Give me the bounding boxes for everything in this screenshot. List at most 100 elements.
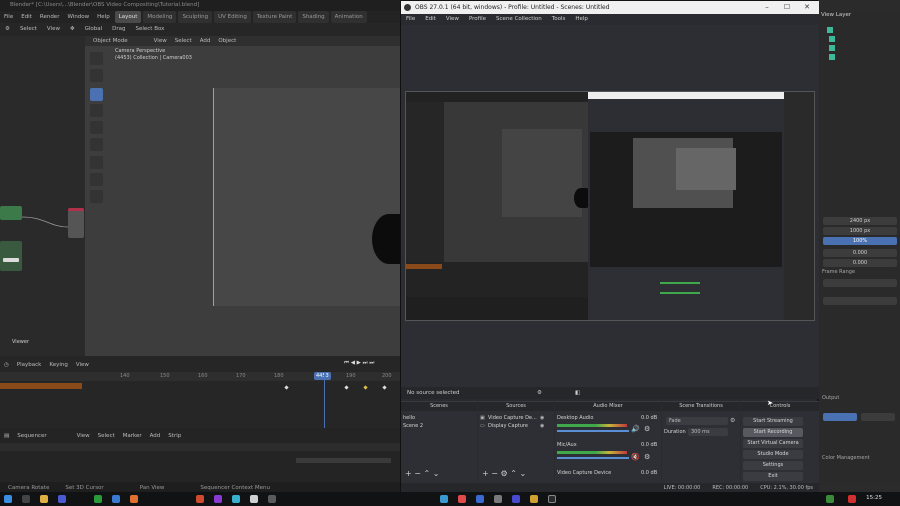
resolution-percent-field[interactable]: 100% bbox=[823, 237, 897, 245]
menu-render[interactable]: Render bbox=[36, 11, 64, 23]
start-recording-button[interactable]: Start Recording bbox=[743, 428, 803, 437]
obs-menu-edit[interactable]: Edit bbox=[420, 14, 441, 25]
sequencer-mode[interactable]: Sequencer bbox=[13, 433, 50, 439]
menu-file[interactable]: File bbox=[0, 11, 17, 23]
viewport-select[interactable]: Select bbox=[171, 36, 196, 46]
app-icon[interactable] bbox=[268, 495, 276, 503]
scene-item[interactable]: Scene 2 bbox=[403, 423, 423, 429]
gear-icon[interactable]: ⚙ bbox=[730, 417, 735, 424]
obs-preview-canvas[interactable] bbox=[405, 91, 815, 321]
timeline-keying[interactable]: Keying bbox=[45, 362, 71, 368]
sequencer-ruler[interactable] bbox=[0, 443, 400, 451]
app-icon[interactable] bbox=[476, 495, 484, 503]
sequencer-select[interactable]: Select bbox=[94, 433, 119, 439]
aspect-x-field[interactable]: 0.000 bbox=[823, 249, 897, 257]
frame-end-field[interactable] bbox=[823, 297, 897, 305]
keyframe[interactable] bbox=[344, 385, 349, 390]
current-frame-marker[interactable]: 4453 bbox=[314, 372, 331, 380]
app-icon[interactable] bbox=[112, 495, 120, 503]
sequencer[interactable]: ▤ Sequencer View Select Marker Add Strip bbox=[0, 428, 400, 482]
minimize-icon[interactable]: – bbox=[757, 1, 777, 14]
blender-taskbar-icon[interactable] bbox=[130, 495, 138, 503]
volume-slider[interactable] bbox=[557, 457, 629, 459]
obs-menu-file[interactable]: File bbox=[401, 14, 420, 25]
sequencer-marker[interactable]: Marker bbox=[119, 433, 146, 439]
viewport-object-mode[interactable]: Object Mode bbox=[89, 36, 132, 46]
file-explorer-icon[interactable] bbox=[40, 495, 48, 503]
node-editor[interactable]: Viewer bbox=[0, 36, 85, 356]
obs-menu-tools[interactable]: Tools bbox=[547, 14, 571, 25]
obs-menu-view[interactable]: View bbox=[441, 14, 464, 25]
tab-uv-editing[interactable]: UV Editing bbox=[214, 11, 251, 23]
search-icon[interactable] bbox=[22, 495, 30, 503]
chrome-icon[interactable] bbox=[94, 495, 102, 503]
frame-start-field[interactable] bbox=[823, 279, 897, 287]
taskbar-clock[interactable]: 15:25 bbox=[866, 495, 882, 501]
lasso-tool-icon[interactable] bbox=[90, 69, 103, 82]
cursor-tool-icon[interactable] bbox=[90, 52, 103, 65]
move-tool-icon[interactable] bbox=[90, 104, 103, 117]
app-icon[interactable] bbox=[440, 495, 448, 503]
filters-icon[interactable]: ◧ bbox=[569, 387, 580, 399]
studio-mode-button[interactable]: Studio Mode bbox=[743, 450, 803, 459]
app-icon[interactable] bbox=[214, 495, 222, 503]
toolbar-select-box[interactable]: Select Box bbox=[130, 23, 169, 36]
outliner-tree[interactable] bbox=[823, 23, 897, 93]
sequencer-strip[interactable]: Strip bbox=[164, 433, 185, 439]
resolution-y-field[interactable]: 1000 px bbox=[823, 227, 897, 235]
speaker-icon[interactable]: 🔊 bbox=[631, 425, 640, 433]
sequencer-view[interactable]: View bbox=[73, 433, 94, 439]
tray-icon[interactable] bbox=[848, 495, 856, 503]
toolbar-global[interactable]: Global bbox=[80, 23, 108, 36]
playhead[interactable] bbox=[324, 372, 325, 428]
windows-start-icon[interactable] bbox=[4, 495, 12, 503]
node-green-2[interactable] bbox=[0, 241, 22, 271]
duration-input[interactable]: 300 ms bbox=[688, 428, 728, 436]
select-tool-icon[interactable] bbox=[90, 88, 103, 101]
scale-tool-icon[interactable] bbox=[90, 138, 103, 151]
rotate-tool-icon[interactable] bbox=[90, 121, 103, 134]
app-icon[interactable] bbox=[530, 495, 538, 503]
clock-icon[interactable]: ◷ bbox=[0, 362, 13, 368]
3d-viewport[interactable]: Object Mode View Select Add Object Camer… bbox=[85, 36, 406, 356]
timeline-playback[interactable]: Playback bbox=[13, 362, 46, 368]
keyframe[interactable] bbox=[382, 385, 387, 390]
app-icon[interactable] bbox=[196, 495, 204, 503]
maximize-icon[interactable]: ☐ bbox=[777, 1, 797, 14]
app-icon[interactable] bbox=[458, 495, 466, 503]
obs-taskbar-icon[interactable] bbox=[548, 495, 556, 503]
toolbar-select[interactable]: Select bbox=[15, 23, 42, 36]
gear-icon[interactable]: ⚙ bbox=[0, 23, 15, 36]
eye-icon[interactable]: ◉ bbox=[540, 423, 544, 429]
output-toggle-a[interactable] bbox=[823, 413, 857, 421]
tab-sculpting[interactable]: Sculpting bbox=[178, 11, 213, 23]
sequencer-strip-bar[interactable] bbox=[296, 458, 391, 463]
properties-gear-icon[interactable]: ⚙ bbox=[531, 387, 542, 399]
app-icon[interactable] bbox=[512, 495, 520, 503]
volume-slider[interactable] bbox=[557, 430, 629, 432]
start-streaming-button[interactable]: Start Streaming bbox=[743, 417, 803, 426]
menu-help[interactable]: Help bbox=[93, 11, 114, 23]
keyframe[interactable] bbox=[363, 385, 368, 390]
source-item[interactable]: Video Capture De... bbox=[488, 415, 537, 421]
viewport-object[interactable]: Object bbox=[214, 36, 240, 46]
tab-shading[interactable]: Shading bbox=[298, 11, 329, 23]
source-item[interactable]: Display Capture bbox=[488, 423, 528, 429]
settings-button[interactable]: Settings bbox=[743, 461, 803, 470]
annotate-tool-icon[interactable] bbox=[90, 156, 103, 169]
measure-tool-icon[interactable] bbox=[90, 173, 103, 186]
tab-animation[interactable]: Animation bbox=[330, 11, 367, 23]
gear-icon[interactable]: ⚙ bbox=[644, 425, 650, 433]
scene-item[interactable]: hello bbox=[403, 415, 415, 421]
resolution-x-field[interactable]: 2400 px bbox=[823, 217, 897, 225]
obs-menu-scene-collection[interactable]: Scene Collection bbox=[491, 14, 547, 25]
exit-button[interactable]: Exit bbox=[743, 472, 803, 481]
source-toolbar[interactable]: + − ⚙ ⌃ ⌄ bbox=[482, 469, 526, 478]
obs-menu-help[interactable]: Help bbox=[570, 14, 593, 25]
properties-panel[interactable]: View Layer 2400 px 1000 px 100% 0.000 0.… bbox=[818, 11, 900, 482]
app-icon[interactable] bbox=[494, 495, 502, 503]
timeline[interactable]: ◷ Playback Keying View ⏮ ◀ ▶ ⏭ ⏭ 140 150… bbox=[0, 356, 400, 428]
scene-toolbar[interactable]: + − ⌃ ⌄ bbox=[405, 469, 439, 478]
sequencer-add[interactable]: Add bbox=[146, 433, 165, 439]
toolbar-view[interactable]: View bbox=[42, 23, 65, 36]
